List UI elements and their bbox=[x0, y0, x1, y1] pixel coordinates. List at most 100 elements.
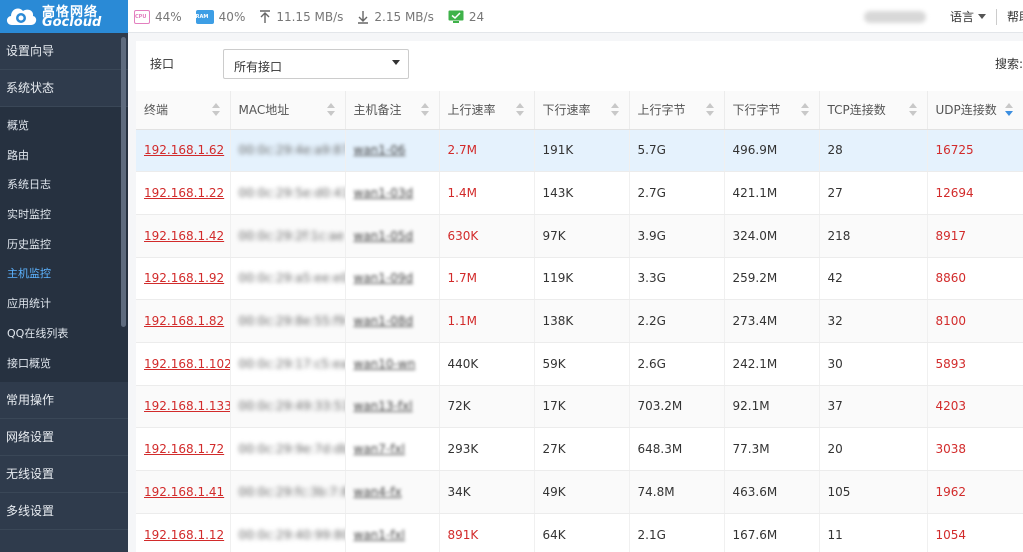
column-header-upload-bytes[interactable]: 上行字节 bbox=[629, 91, 725, 130]
sort-desc-icon[interactable] bbox=[1004, 103, 1013, 117]
udp-cell: 4203 bbox=[927, 385, 1023, 429]
column-header-terminal[interactable]: 终端 bbox=[136, 91, 231, 130]
sidebar-item-system-log[interactable]: 系统日志 bbox=[0, 170, 128, 200]
header-label: 上行速率 bbox=[447, 103, 496, 118]
ip-link[interactable]: 192.168.1.92 bbox=[136, 257, 231, 301]
host-cell[interactable]: wan4-fx bbox=[345, 470, 440, 514]
host-value[interactable]: wan13-fxl bbox=[354, 399, 413, 413]
table-row[interactable]: 192.168.1.42 00:0c:29:2f:1c:ae wan1-05d … bbox=[136, 214, 1023, 258]
host-value[interactable]: wan1-03d bbox=[354, 186, 414, 200]
top-right-menu: 语言 帮助 bbox=[863, 0, 1023, 33]
sidebar-item-app-stats[interactable]: 应用统计 bbox=[0, 289, 128, 319]
ip-link[interactable]: 192.168.1.102 bbox=[136, 342, 231, 386]
table-row[interactable]: 192.168.1.12 00:0c:29:40:99:80 wan1-fxl … bbox=[136, 513, 1023, 552]
download-bytes-cell: 92.1M bbox=[724, 385, 820, 429]
host-value[interactable]: wan1-06 bbox=[354, 143, 406, 157]
host-cell[interactable]: wan1-fxl bbox=[345, 513, 440, 552]
column-header-download-bytes[interactable]: 下行字节 bbox=[724, 91, 820, 130]
host-cell[interactable]: wan13-fxl bbox=[345, 385, 440, 429]
table-row[interactable]: 192.168.1.41 00:0c:29:fc:3b:7:8 wan4-fx … bbox=[136, 470, 1023, 514]
ip-link[interactable]: 192.168.1.82 bbox=[136, 299, 231, 343]
sort-icon[interactable] bbox=[515, 103, 524, 117]
monitor-check-icon bbox=[448, 10, 464, 23]
udp-cell: 12694 bbox=[927, 171, 1023, 215]
host-cell[interactable]: wan10-wn bbox=[345, 342, 440, 386]
sidebar-item-common-ops[interactable]: 常用操作 bbox=[0, 382, 128, 420]
tcp-cell: 28 bbox=[819, 129, 928, 173]
sort-icon[interactable] bbox=[908, 103, 917, 117]
user-account[interactable] bbox=[863, 10, 926, 23]
table-row[interactable]: 192.168.1.62 00:0c:29:4e:a9:87 wan1-06 2… bbox=[136, 129, 1023, 173]
host-cell[interactable]: wan1-03d bbox=[345, 171, 440, 215]
host-value[interactable]: wan1-05d bbox=[354, 229, 414, 243]
brand-logo[interactable]: 高恪网络 Gocloud bbox=[0, 0, 128, 33]
upload-bytes-cell: 648.3M bbox=[629, 427, 725, 471]
sidebar: 设置向导 系统状态 概览 路由 系统日志 实时监控 历史监控 主机监控 应用统计… bbox=[0, 33, 128, 552]
table-row[interactable]: 192.168.1.133 00:0c:29:49:33:51 wan13-fx… bbox=[136, 385, 1023, 429]
sidebar-item-wireless-settings[interactable]: 无线设置 bbox=[0, 456, 128, 494]
sidebar-item-interface-overview[interactable]: 接口概览 bbox=[0, 349, 128, 379]
download-bytes-cell: 167.6M bbox=[724, 513, 820, 552]
sidebar-item-system-status[interactable]: 系统状态 bbox=[0, 70, 128, 107]
host-value[interactable]: wan10-wn bbox=[354, 357, 416, 371]
sidebar-item-qq-online[interactable]: QQ在线列表 bbox=[0, 319, 128, 349]
host-table: 终端 MAC地址 主机备注 上行速率 下行速率 上行字节 下行字节 TCP连接数… bbox=[136, 91, 1023, 552]
upload-rate: 11.15 MB/s bbox=[276, 9, 344, 24]
host-value[interactable]: wan1-fxl bbox=[354, 528, 405, 542]
download-rate-cell: 27K bbox=[534, 427, 630, 471]
sidebar-item-realtime-monitor[interactable]: 实时监控 bbox=[0, 200, 128, 230]
sidebar-item-setup-wizard[interactable]: 设置向导 bbox=[0, 33, 128, 70]
sort-icon[interactable] bbox=[211, 103, 220, 117]
mac-value: 00:0c:29:5e:d0:41 bbox=[238, 186, 345, 201]
sort-icon[interactable] bbox=[420, 103, 429, 117]
host-value[interactable]: wan1-09d bbox=[354, 271, 414, 285]
host-value[interactable]: wan7-fxl bbox=[354, 442, 405, 456]
top-bar: 高恪网络 Gocloud CPU 44% RAM 40% 11.15 MB/s … bbox=[0, 0, 1023, 33]
host-value[interactable]: wan4-fx bbox=[354, 485, 402, 499]
sort-icon[interactable] bbox=[800, 103, 809, 117]
host-value[interactable]: wan1-08d bbox=[354, 314, 414, 328]
host-cell[interactable]: wan1-09d bbox=[345, 257, 440, 301]
sort-icon[interactable] bbox=[610, 103, 619, 117]
ip-link[interactable]: 192.168.1.41 bbox=[136, 470, 231, 514]
column-header-mac[interactable]: MAC地址 bbox=[230, 91, 346, 130]
sidebar-scrollbar[interactable] bbox=[121, 37, 126, 327]
column-header-udp[interactable]: UDP连接数 bbox=[927, 91, 1023, 130]
interface-filter-label: 接口 bbox=[150, 57, 175, 71]
sort-icon[interactable] bbox=[326, 103, 335, 117]
language-menu[interactable]: 语言 bbox=[950, 8, 974, 25]
sort-icon[interactable] bbox=[705, 103, 714, 117]
table-row[interactable]: 192.168.1.92 00:0c:29:a5:ee:e0 wan1-09d … bbox=[136, 257, 1023, 301]
sidebar-item-multiline-settings[interactable]: 多线设置 bbox=[0, 493, 128, 531]
help-menu[interactable]: 帮助 bbox=[1007, 8, 1023, 25]
ip-link[interactable]: 192.168.1.62 bbox=[136, 129, 231, 173]
cpu-icon: CPU bbox=[134, 9, 150, 24]
sidebar-item-route[interactable]: 路由 bbox=[0, 141, 128, 171]
sidebar-item-overview[interactable]: 概览 bbox=[0, 111, 128, 141]
column-header-download-rate[interactable]: 下行速率 bbox=[534, 91, 630, 130]
column-header-tcp[interactable]: TCP连接数 bbox=[819, 91, 928, 130]
ip-link[interactable]: 192.168.1.72 bbox=[136, 427, 231, 471]
sidebar-item-network-settings[interactable]: 网络设置 bbox=[0, 419, 128, 457]
host-cell[interactable]: wan7-fxl bbox=[345, 427, 440, 471]
ip-link[interactable]: 192.168.1.133 bbox=[136, 385, 231, 429]
table-row[interactable]: 192.168.1.22 00:0c:29:5e:d0:41 wan1-03d … bbox=[136, 171, 1023, 215]
ip-link[interactable]: 192.168.1.22 bbox=[136, 171, 231, 215]
mac-cell: 00:0c:29:2f:1c:ae bbox=[230, 214, 346, 258]
table-row[interactable]: 192.168.1.82 00:0c:29:8e:55:f9 wan1-08d … bbox=[136, 299, 1023, 343]
table-row[interactable]: 192.168.1.72 00:0c:29:9e:7d:db wan7-fxl … bbox=[136, 427, 1023, 471]
ip-link[interactable]: 192.168.1.42 bbox=[136, 214, 231, 258]
column-header-host-note[interactable]: 主机备注 bbox=[345, 91, 440, 130]
host-cell[interactable]: wan1-08d bbox=[345, 299, 440, 343]
system-stats: CPU 44% RAM 40% 11.15 MB/s 2.15 MB/s 24 bbox=[134, 0, 498, 33]
host-cell[interactable]: wan1-05d bbox=[345, 214, 440, 258]
upload-bytes-cell: 2.6G bbox=[629, 342, 725, 386]
sidebar-item-host-monitor[interactable]: 主机监控 bbox=[0, 259, 128, 289]
column-header-upload-rate[interactable]: 上行速率 bbox=[439, 91, 535, 130]
ip-link[interactable]: 192.168.1.12 bbox=[136, 513, 231, 552]
sidebar-item-history-monitor[interactable]: 历史监控 bbox=[0, 230, 128, 260]
table-row[interactable]: 192.168.1.102 00:0c:29:17:c5:ea wan10-wn… bbox=[136, 342, 1023, 386]
caret-down-icon bbox=[392, 60, 400, 65]
interface-select[interactable]: 所有接口 bbox=[223, 49, 409, 79]
host-cell[interactable]: wan1-06 bbox=[345, 129, 440, 173]
